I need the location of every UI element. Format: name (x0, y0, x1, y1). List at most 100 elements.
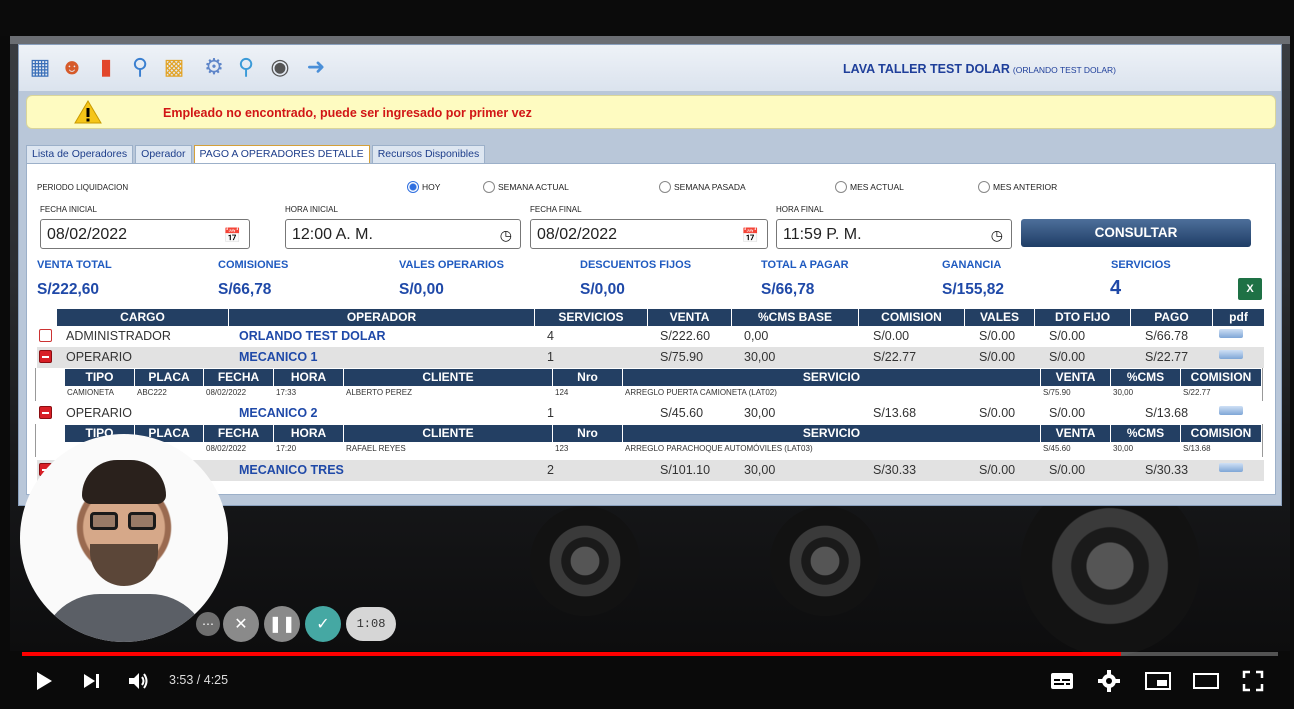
user-circle-icon[interactable]: ◉ (265, 52, 295, 82)
finish-recording-button[interactable]: ✓ (305, 606, 341, 642)
cell-venta: S/45.60 (660, 406, 704, 420)
summary-label-venta-total: VENTA TOTAL (37, 259, 112, 271)
subcol-cliente: CLIENTE (344, 369, 553, 386)
radio-label: MES ACTUAL (850, 182, 904, 192)
summary-label-servicios: SERVICIOS (1111, 259, 1171, 271)
col-comision: COMISION (859, 309, 965, 326)
subcol-fecha: FECHA (204, 425, 274, 442)
subcol-fecha: FECHA (204, 369, 274, 386)
subtitles-icon[interactable] (1050, 668, 1074, 694)
radio-label: HOY (422, 182, 441, 192)
chart-icon[interactable]: ▮ (91, 52, 121, 82)
table-row[interactable]: ADMINISTRADOR ORLANDO TEST DOLAR 4 S/222… (37, 326, 1264, 347)
arrow-right-icon[interactable]: ➜ (301, 52, 331, 82)
col-cms-base: %CMS BASE (732, 309, 859, 326)
cell-operador[interactable]: ORLANDO TEST DOLAR (239, 329, 386, 343)
subcell-cliente: RAFAEL REYES (346, 444, 406, 453)
subcol-hora: HORA (274, 369, 344, 386)
webcam-beard (90, 544, 158, 586)
table-row[interactable]: MECANICO TRES 2 S/101.10 30,00 S/30.33 S… (37, 460, 1264, 481)
cell-operador[interactable]: MECANICO 2 (239, 406, 317, 420)
cancel-recording-button[interactable]: ✕ (223, 606, 259, 642)
subcell-hora: 17:33 (276, 388, 297, 397)
fecha-final-input[interactable]: 08/02/2022 📅 (530, 219, 768, 249)
table-row[interactable]: OPERARIO MECANICO 2 1 S/45.60 30,00 S/13… (37, 403, 1264, 424)
cell-dto: S/0.00 (1049, 329, 1086, 343)
settings-gear-icon[interactable] (1098, 668, 1120, 694)
find-icon[interactable]: ⚲ (231, 52, 261, 82)
subcol-comision: COMISION (1190, 426, 1252, 440)
radio-semana-pasada[interactable]: SEMANA PASADA (659, 181, 746, 193)
hora-inicial-label: HORA INICIAL (285, 205, 338, 214)
video-player[interactable]: ▦ ☻ ▮ ⚲ ▩ ⚙ ⚲ ◉ ➜ LAVA TALLER TEST DOLAR… (0, 0, 1294, 709)
radio-dot (483, 181, 495, 193)
hora-inicial-input[interactable]: 12:00 A. M. ◷ (285, 219, 521, 249)
table-row[interactable]: OPERARIO MECANICO 1 1 S/75.90 30,00 S/22… (37, 347, 1264, 368)
tab-lista-operadores[interactable]: Lista de Operadores (26, 145, 134, 163)
cell-venta: S/222.60 (660, 329, 711, 343)
pdf-icon[interactable] (1219, 406, 1243, 415)
radio-mes-actual[interactable]: MES ACTUAL (835, 181, 904, 193)
calendar-icon[interactable]: 📅 (742, 227, 759, 244)
webcam-glasses (90, 512, 118, 530)
clock-icon[interactable]: ◷ (500, 227, 512, 244)
company-title: LAVA TALLER TEST DOLAR (ORLANDO TEST DOLA… (843, 60, 1116, 78)
radio-dot (978, 181, 990, 193)
radio-hoy[interactable]: HOY (407, 181, 440, 193)
theater-mode-icon[interactable] (1193, 668, 1219, 694)
cell-comision: S/0.00 (873, 329, 910, 343)
app-window: ▦ ☻ ▮ ⚲ ▩ ⚙ ⚲ ◉ ➜ LAVA TALLER TEST DOLAR… (18, 44, 1282, 506)
cell-cms: 30,00 (744, 463, 776, 477)
play-icon[interactable] (34, 668, 54, 694)
hora-final-label: HORA FINAL (776, 205, 824, 214)
cell-pago: S/22.77 (1145, 350, 1189, 364)
field-value: 08/02/2022 (47, 226, 128, 243)
tab-operador[interactable]: Operador (135, 145, 192, 163)
radio-semana-actual[interactable]: SEMANA ACTUAL (483, 181, 569, 193)
field-value: 08/02/2022 (537, 226, 618, 243)
fullscreen-icon[interactable] (1242, 668, 1264, 694)
col-cargo: CARGO (57, 309, 229, 326)
register-icon[interactable]: ▦ (25, 52, 55, 82)
alert-message: Empleado no encontrado, puede ser ingres… (163, 106, 532, 120)
tab-recursos-disponibles[interactable]: Recursos Disponibles (371, 145, 486, 163)
cell-pago: S/13.68 (1145, 406, 1189, 420)
subcell-fecha: 08/02/2022 (206, 444, 247, 453)
tab-pago-operadores-detalle[interactable]: PAGO A OPERADORES DETALLE (193, 145, 370, 164)
subcell-tipo: CAMIONETA (67, 388, 114, 397)
more-options-button[interactable]: ⋯ (196, 612, 220, 636)
collapse-icon[interactable] (39, 406, 52, 419)
subcol-hora: HORA (274, 425, 344, 442)
users-icon[interactable]: ☻ (57, 52, 87, 82)
toolbar: ▦ ☻ ▮ ⚲ ▩ ⚙ ⚲ ◉ ➜ LAVA TALLER TEST DOLAR… (19, 45, 1281, 91)
fecha-inicial-input[interactable]: 08/02/2022 📅 (40, 219, 250, 249)
cell-dto: S/0.00 (1049, 463, 1086, 477)
col-dto-fijo: DTO FIJO (1035, 309, 1131, 326)
hora-final-input[interactable]: 11:59 P. M. ◷ (776, 219, 1012, 249)
consultar-button[interactable]: CONSULTAR (1021, 219, 1251, 247)
pdf-icon[interactable] (1219, 350, 1243, 359)
tab-panel: PERIODO LIQUIDACION HOY SEMANA ACTUAL SE… (26, 163, 1276, 495)
calculator-icon[interactable]: ▩ (159, 52, 189, 82)
volume-icon[interactable] (128, 668, 150, 694)
radio-label: SEMANA ACTUAL (498, 182, 569, 192)
radio-mes-anterior[interactable]: MES ANTERIOR (978, 181, 1057, 193)
radio-label: MES ANTERIOR (993, 182, 1058, 192)
cell-operador[interactable]: MECANICO 1 (239, 350, 317, 364)
webcam-glasses (128, 512, 156, 530)
search-icon[interactable]: ⚲ (125, 52, 155, 82)
next-icon[interactable] (82, 668, 102, 694)
clock-icon[interactable]: ◷ (991, 227, 1003, 244)
settings-icon[interactable]: ⚙ (199, 52, 229, 82)
collapse-icon[interactable] (39, 350, 52, 363)
subcol-servicio: SERVICIO (623, 369, 1041, 386)
miniplayer-icon[interactable] (1145, 668, 1171, 694)
cell-vales: S/0.00 (979, 329, 1016, 343)
pdf-icon[interactable] (1219, 463, 1243, 472)
cell-operador[interactable]: MECANICO TRES (239, 463, 344, 477)
pdf-icon[interactable] (1219, 329, 1243, 338)
calendar-icon[interactable]: 📅 (224, 227, 241, 244)
excel-export-icon[interactable]: X (1238, 278, 1262, 300)
pause-recording-button[interactable]: ❚❚ (264, 606, 300, 642)
document-icon[interactable] (39, 329, 52, 342)
